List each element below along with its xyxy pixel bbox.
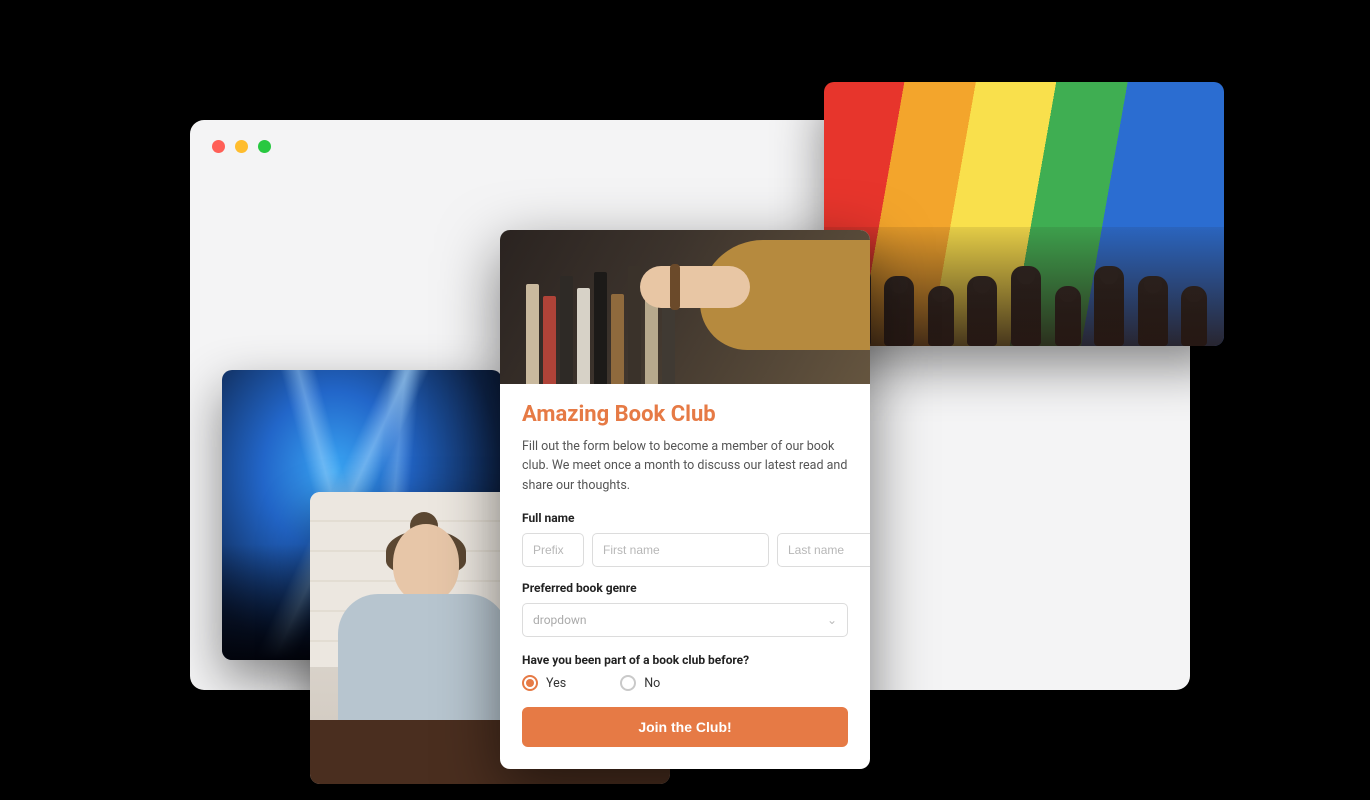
lastname-field[interactable] [777, 533, 870, 567]
genre-label: Preferred book genre [522, 581, 848, 595]
prior-club-label: Have you been part of a book club before… [522, 653, 848, 667]
radio-no[interactable]: No [620, 675, 660, 691]
maximize-icon[interactable] [258, 140, 271, 153]
radio-yes-label: Yes [546, 676, 566, 691]
chevron-down-icon: ⌄ [827, 613, 837, 627]
image-rainbow-flag [824, 82, 1224, 346]
genre-dropdown[interactable]: dropdown ⌄ [522, 603, 848, 637]
genre-dropdown-value: dropdown [533, 613, 587, 627]
form-description: Fill out the form below to become a memb… [522, 437, 848, 495]
firstname-field[interactable] [592, 533, 769, 567]
join-club-button[interactable]: Join the Club! [522, 707, 848, 747]
radio-no-label: No [644, 676, 660, 691]
prefix-field[interactable] [522, 533, 584, 567]
window-traffic-lights [212, 140, 271, 153]
close-icon[interactable] [212, 140, 225, 153]
minimize-icon[interactable] [235, 140, 248, 153]
radio-yes[interactable]: Yes [522, 675, 566, 691]
fullname-label: Full name [522, 511, 848, 525]
form-hero-image [500, 230, 870, 384]
form-title: Amazing Book Club [522, 402, 848, 427]
signup-form-card: Amazing Book Club Fill out the form belo… [500, 230, 870, 769]
